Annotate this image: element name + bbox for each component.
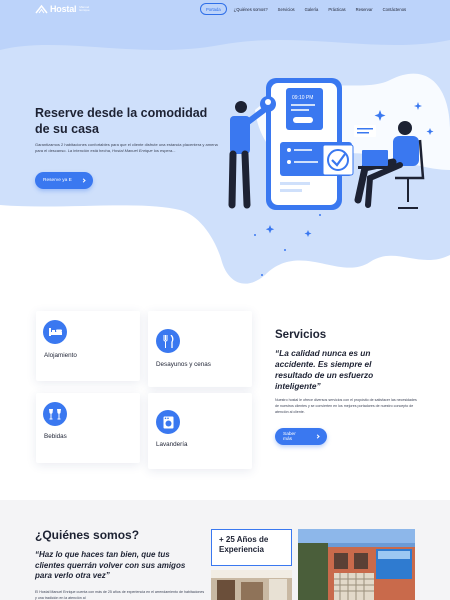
hostal-photo-facade [298, 529, 415, 600]
hero-title: Reserve desde la comodidad de su casa [35, 106, 208, 136]
washing-machine-icon [156, 410, 180, 434]
about-quote: “Haz lo que haces tan bien, que tus clie… [35, 550, 186, 580]
nav-item-servicios[interactable]: Servicios [273, 4, 300, 15]
about-title: ¿Quiénes somos? [35, 528, 140, 542]
main-nav: Portada ¿Quiénes somos? Servicios Galerí… [200, 3, 411, 15]
experience-box: + 25 Años de Experiencia [211, 529, 292, 566]
logo-name: Hostal [50, 4, 77, 14]
service-card-desayunos[interactable]: Desayunos y cenas [148, 311, 252, 387]
services-quote: “La calidad nunca es un accidente. Es si… [275, 348, 374, 391]
service-card-lavanderia[interactable]: Lavandería [148, 393, 252, 469]
glasses-icon [43, 402, 67, 426]
nav-item-practicas[interactable]: Prácticas [323, 4, 350, 15]
service-card-bebidas[interactable]: Bebidas [36, 393, 140, 463]
chevron-right-icon [315, 434, 320, 439]
reserve-button-label: Reserve ya E [43, 178, 72, 183]
service-label-desayunos: Desayunos y cenas [156, 361, 211, 368]
nav-item-contactenos[interactable]: Contáctenos [378, 4, 412, 15]
utensils-icon [156, 329, 180, 353]
logo[interactable]: Hostal Manuel Enrique [35, 4, 97, 14]
booking-illustration: 09:10 PM [228, 78, 434, 276]
experience-text: + 25 Años de Experiencia [219, 535, 269, 554]
hostal-photo-interior [211, 570, 292, 600]
hero-description: Garantizamos 2 habitaciones confortables… [35, 142, 220, 154]
reserve-button[interactable]: Reserve ya E [35, 172, 93, 189]
phone-time-label: 09:10 PM [292, 95, 313, 101]
services-title: Servicios [275, 329, 327, 341]
nav-item-portada[interactable]: Portada [200, 3, 227, 15]
chevron-right-icon [81, 178, 86, 183]
hero-text-suffix: los espera... [152, 148, 176, 153]
navbar: Hostal Manuel Enrique Portada ¿Quiénes s… [0, 0, 450, 20]
service-label-alojamiento: Alojamiento [44, 352, 77, 359]
learn-more-button[interactable]: Saber más [275, 428, 327, 445]
service-label-lavanderia: Lavandería [156, 441, 188, 448]
bed-icon [43, 320, 67, 344]
hero-text-hostal-name: Hostal Manuel Enrique [112, 148, 153, 153]
learn-more-button-label: Saber más [283, 431, 296, 442]
nav-item-galeria[interactable]: Galería [300, 4, 324, 15]
about-description: El Hostal Manuel Enrique cuenta con más … [35, 590, 205, 600]
nav-item-reservar[interactable]: Reservar [351, 4, 378, 15]
logo-subtitle: Manuel Enrique [79, 4, 90, 12]
service-card-alojamiento[interactable]: Alojamiento [36, 311, 140, 381]
services-description: Nuestro hostal le ofrece diversos servic… [275, 398, 417, 414]
nav-item-quienes-somos[interactable]: ¿Quiénes somos? [229, 4, 273, 15]
house-logo-icon [35, 4, 48, 14]
service-label-bebidas: Bebidas [44, 433, 67, 440]
